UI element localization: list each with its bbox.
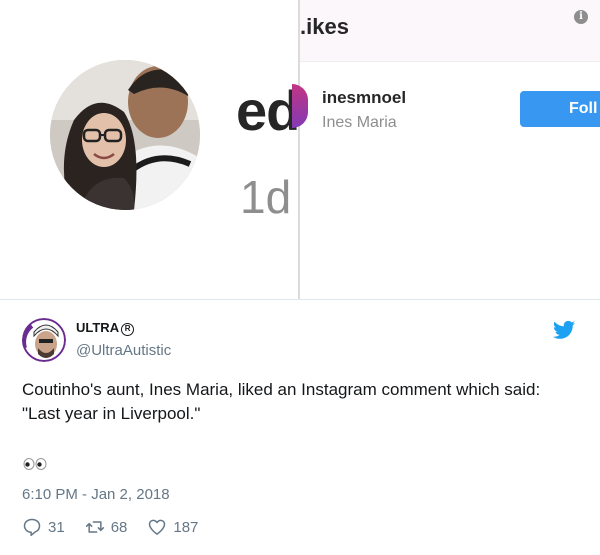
author-name[interactable]: ULTRA R xyxy=(76,320,135,336)
tweet-text: Coutinho's aunt, Ines Maria, liked an In… xyxy=(22,380,541,423)
like-button[interactable]: 187 xyxy=(147,517,198,537)
heart-icon xyxy=(149,519,166,535)
embedded-tweet: ULTRA R @UltraAutistic Coutinho's aunt, I… xyxy=(0,300,600,555)
couple-profile-photo xyxy=(50,60,200,210)
likes-panel: .ikes i inesmnoel Ines Maria Foll xyxy=(292,0,600,299)
liker-full-name: Ines Maria xyxy=(322,114,397,131)
info-icon[interactable]: i xyxy=(574,10,588,24)
liker-avatar-icon[interactable] xyxy=(292,84,308,128)
cropped-time-fragment: 1d xyxy=(240,171,292,223)
author-avatar[interactable] xyxy=(22,318,66,362)
retweet-count: 68 xyxy=(110,518,128,536)
reply-button[interactable]: 31 xyxy=(22,517,65,537)
likes-header: .ikes i xyxy=(300,0,600,62)
twitter-bird-icon[interactable] xyxy=(553,320,575,340)
like-count: 187 xyxy=(173,518,199,536)
cropped-username-fragment: ed xyxy=(236,79,300,142)
registered-mark-icon: R xyxy=(121,323,135,336)
author-handle[interactable]: @UltraAutistic xyxy=(76,342,171,359)
follow-button[interactable]: Foll xyxy=(520,91,600,127)
reply-icon xyxy=(23,518,41,537)
reply-count: 31 xyxy=(48,518,65,536)
retweet-icon xyxy=(85,521,104,533)
eyes-emoji-icon xyxy=(23,458,47,470)
instagram-screenshot: ed 1d .ikes i inesmnoel Ines Maria Foll xyxy=(0,0,600,300)
likes-title: .ikes xyxy=(300,14,349,39)
tweet-timestamp[interactable]: 6:10 PM - Jan 2, 2018 xyxy=(22,486,170,503)
retweet-button[interactable]: 68 xyxy=(85,517,128,537)
author-name-text: ULTRA xyxy=(76,320,120,335)
profile-pane: ed 1d xyxy=(0,0,300,299)
tweet-actions: 31 68 187 xyxy=(22,516,218,538)
liker-username[interactable]: inesmnoel xyxy=(322,88,406,108)
